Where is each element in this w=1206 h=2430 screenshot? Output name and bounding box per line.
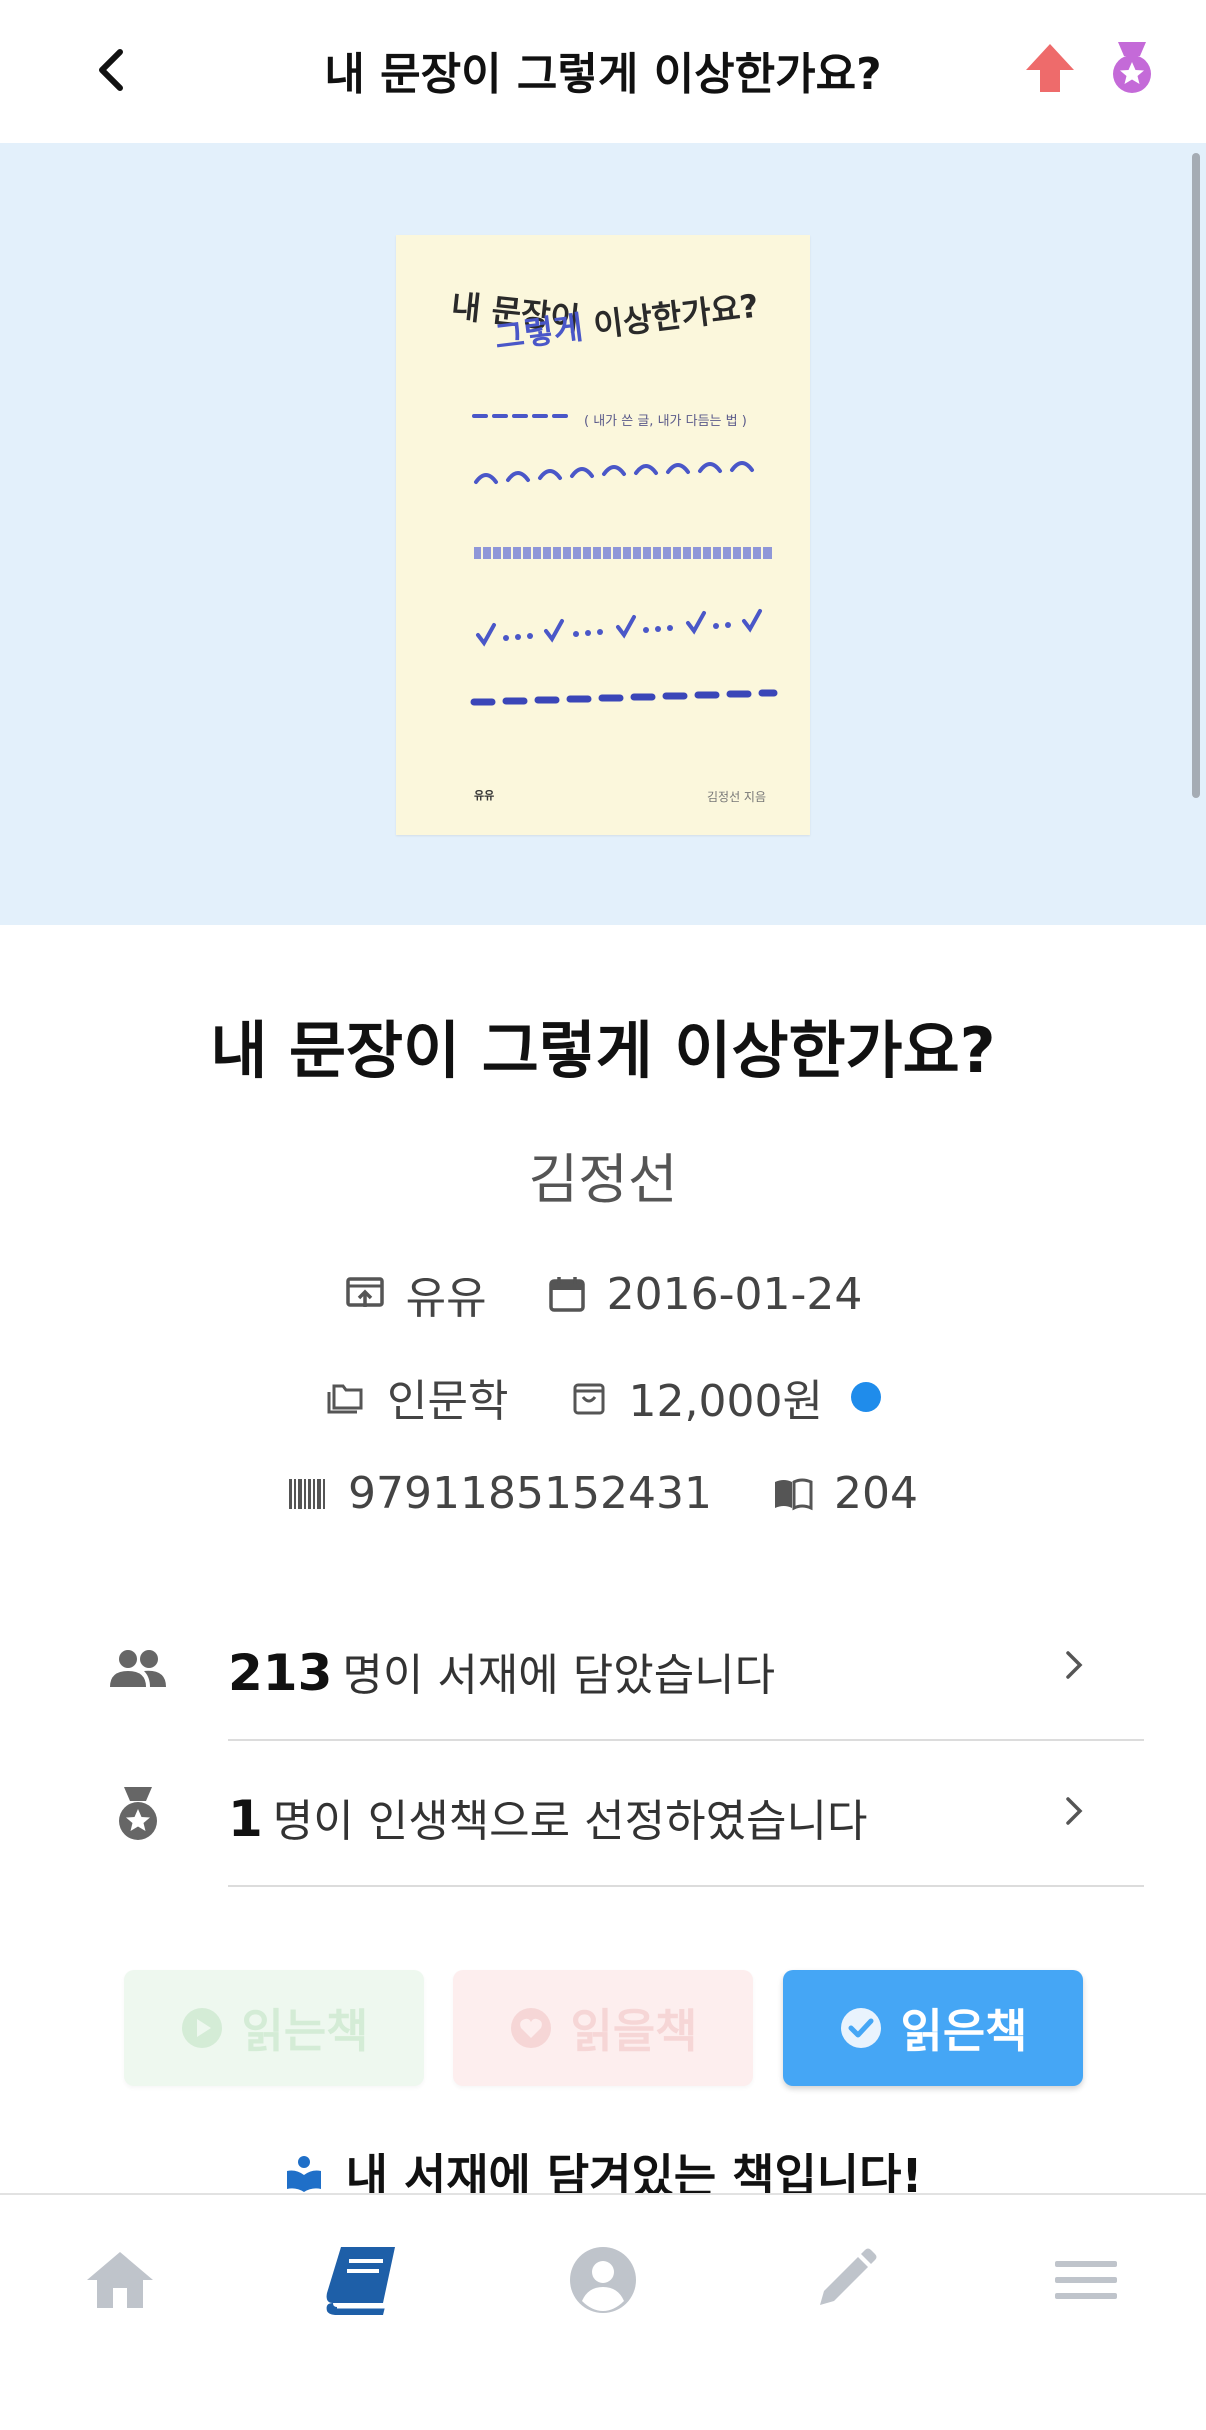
home-icon	[87, 2252, 153, 2308]
life-book-count-row[interactable]: 1 명이 인생책으로 선정하였습니다	[0, 1741, 1206, 1887]
cover-subtitle: ( 내가 쓴 글, 내가 다듬는 법 )	[584, 414, 747, 429]
shelf-count-row[interactable]: 213 명이 서재에 담았습니다	[0, 1595, 1206, 1741]
cover-decoration	[470, 414, 778, 706]
meta-date: 2016-01-24	[547, 1269, 862, 1320]
meta-price: 12,000원	[569, 1365, 881, 1429]
life-book-count-text: 1 명이 인생책으로 선정하였습니다	[228, 1790, 868, 1848]
play-circle-icon	[181, 2008, 222, 2048]
reading-button[interactable]: 읽는책	[124, 1970, 424, 2086]
meta-row-isbn-pages: 9791185152431 204	[0, 1468, 1206, 1519]
nav-write[interactable]	[800, 2235, 890, 2325]
folder-icon	[327, 1384, 363, 1414]
medal-icon	[1113, 42, 1151, 93]
book-title: 내 문장이 그렇게 이상한가요?	[210, 1014, 996, 1087]
divider	[228, 1885, 1144, 1887]
profile-icon	[570, 2247, 636, 2313]
nav-home[interactable]	[75, 2235, 165, 2325]
cover-author: 김정선 지음	[706, 790, 766, 804]
cover-section: 내 문장이 그렇게 이상한가요? (내가 쓴 글, 내가 다듬는 법) 유유…	[0, 143, 1206, 925]
to-read-button[interactable]: 읽을책	[453, 1970, 753, 2086]
chevron-right-icon	[1066, 1797, 1083, 1825]
menu-icon	[1055, 2261, 1117, 2299]
meta-publisher: 유유	[344, 1262, 487, 1326]
share-up-button[interactable]	[1020, 38, 1080, 98]
open-book-icon	[774, 1478, 813, 1510]
book-author: 김정선	[528, 1148, 678, 1211]
people-icon	[110, 1650, 166, 1687]
publisher-icon	[345, 1277, 384, 1307]
medal-button[interactable]	[1102, 38, 1162, 98]
calendar-icon	[548, 1277, 585, 1312]
meta-isbn: 9791185152431	[288, 1468, 712, 1519]
nav-profile[interactable]	[558, 2235, 648, 2325]
app-header: 내 문장이 그렇게 이상한가요?	[0, 0, 1206, 143]
meta-row-category-price: 인문학 12,000원	[0, 1365, 1206, 1429]
barcode-icon	[289, 1478, 326, 1509]
read-button[interactable]: 읽은책	[783, 1970, 1083, 2086]
book-cover-image: 내 문장이 그렇게 이상한가요? (내가 쓴 글, 내가 다듬는 법) 유유…	[396, 235, 810, 835]
book-icon	[326, 2247, 395, 2315]
shopping-bag-icon	[573, 1383, 604, 1415]
reader-icon	[286, 2156, 321, 2192]
medal-icon	[119, 1787, 157, 1840]
heart-circle-icon	[510, 2008, 551, 2048]
price-indicator-dot[interactable]	[850, 1382, 881, 1412]
check-circle-icon	[840, 2008, 881, 2048]
arrow-up-icon	[1026, 44, 1074, 92]
meta-row-publisher-date: 유유 2016-01-24	[0, 1262, 1206, 1326]
bottom-navigation	[0, 2193, 1206, 2430]
scrollbar[interactable]	[1192, 153, 1200, 798]
meta-pages: 204	[772, 1468, 918, 1519]
shelf-count-text: 213 명이 서재에 담았습니다	[228, 1644, 776, 1702]
nav-library[interactable]	[316, 2235, 406, 2325]
cover-publisher: 유유	[474, 789, 495, 802]
chevron-right-icon	[1066, 1651, 1083, 1679]
meta-category: 인문학	[325, 1365, 509, 1429]
nav-menu[interactable]	[1041, 2235, 1131, 2325]
pencil-icon	[820, 2248, 877, 2305]
